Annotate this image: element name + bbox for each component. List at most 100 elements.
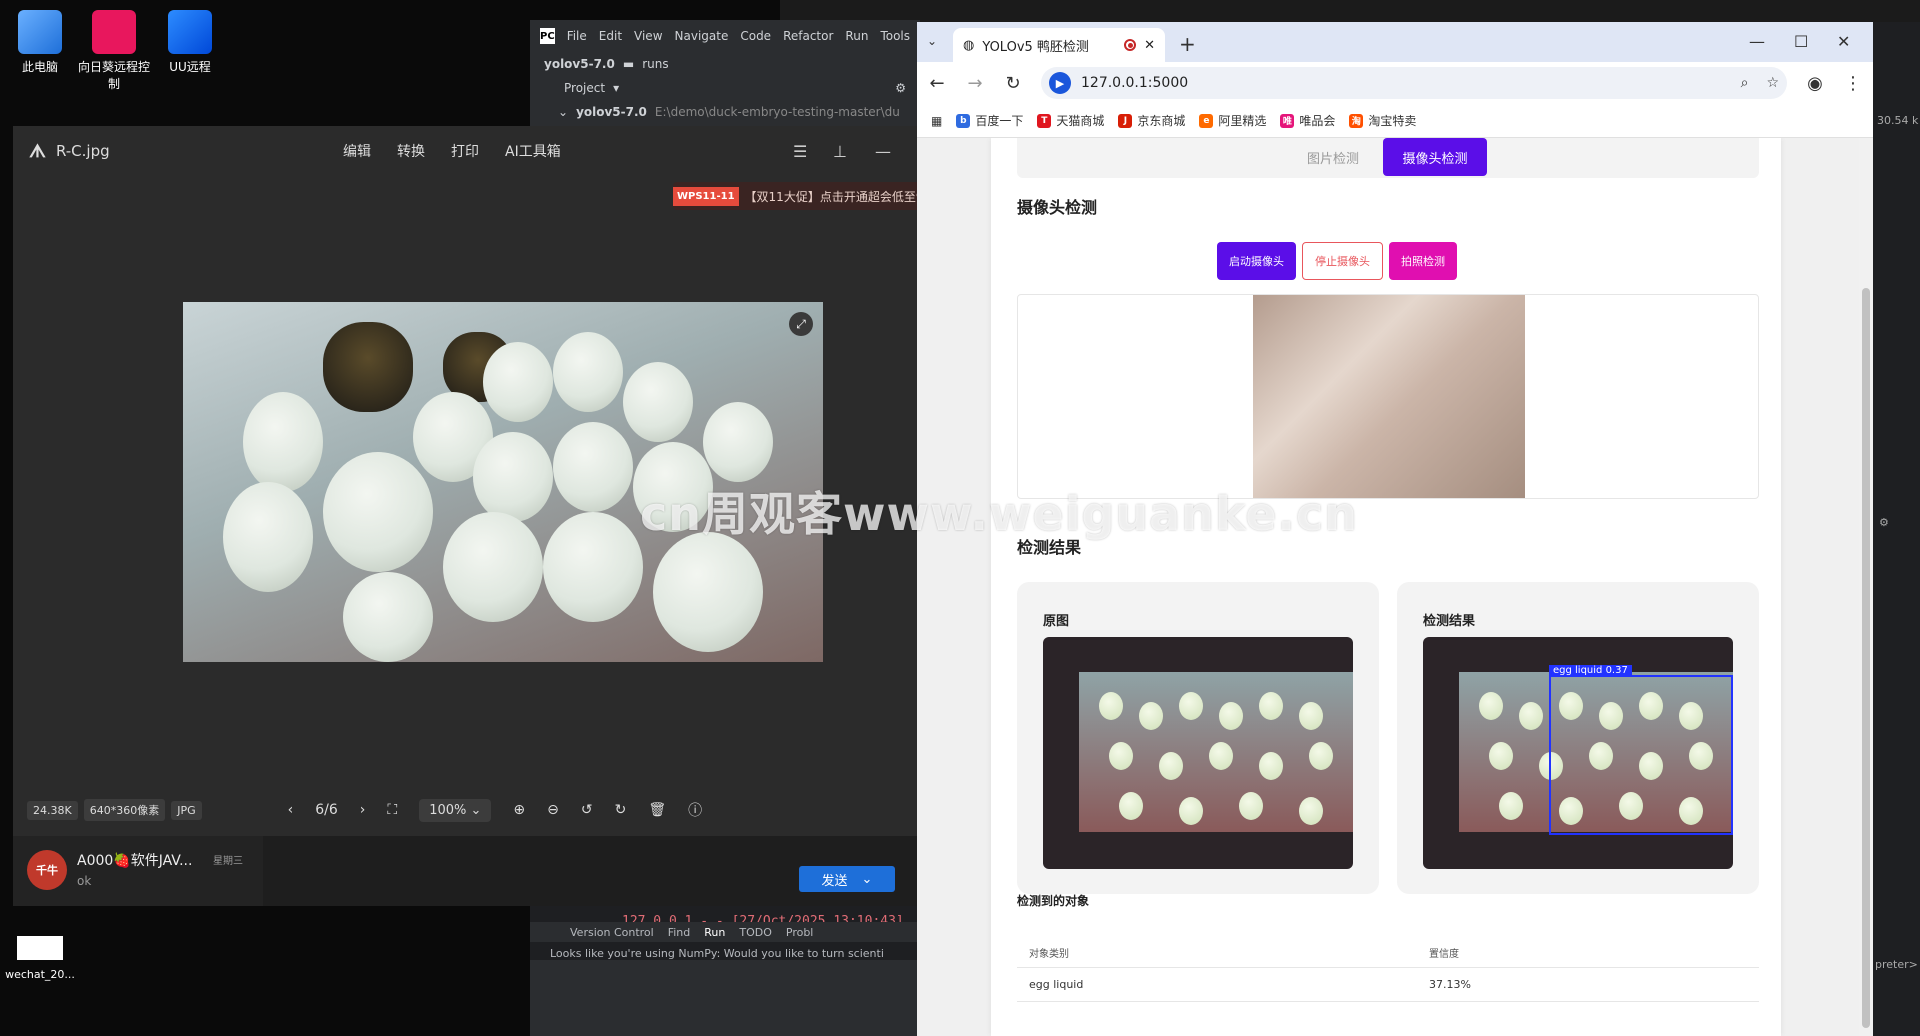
project-name[interactable]: yolov5-7.0 bbox=[544, 57, 615, 71]
zoom-out-icon[interactable]: ⊖ bbox=[547, 802, 559, 818]
desktop-icon-uu-remote[interactable]: UU远程 bbox=[150, 10, 230, 75]
tool-tab-problems[interactable]: Probl bbox=[786, 926, 814, 939]
zoom-in-icon[interactable]: ⊕ bbox=[513, 802, 525, 818]
tab-camera-detect[interactable]: 摄像头检测 bbox=[1383, 138, 1487, 176]
ai-toolbox-button[interactable]: AI工具箱 bbox=[505, 141, 561, 161]
bookmark-ali[interactable]: e 阿里精选 bbox=[1199, 112, 1266, 129]
expand-icon[interactable]: ⤢ bbox=[789, 312, 813, 336]
bookmark-label: 阿里精选 bbox=[1218, 114, 1267, 128]
egg-shape bbox=[1239, 792, 1263, 820]
detection-bounding-box bbox=[1549, 675, 1733, 835]
scrollbar[interactable] bbox=[1859, 138, 1873, 1036]
ide-menu-navigate[interactable]: Navigate bbox=[675, 29, 729, 43]
chevron-down-icon[interactable]: ▾ bbox=[613, 81, 619, 95]
result-image-panel: 检测结果 egg liquid 0.37 bbox=[1397, 582, 1759, 894]
trash-icon[interactable]: 🗑 bbox=[648, 802, 666, 818]
print-button[interactable]: 打印 bbox=[451, 141, 479, 161]
close-window-icon[interactable]: ✕ bbox=[1837, 32, 1850, 51]
project-tree-root[interactable]: ⌄ yolov5-7.0 E:\demo\duck-embryo-testing… bbox=[530, 100, 920, 124]
original-label: 原图 bbox=[1043, 614, 1070, 629]
detections-table: 对象类别 置信度 egg liquid 37.13% bbox=[1017, 938, 1759, 1002]
ide-menu-refactor[interactable]: Refactor bbox=[783, 29, 833, 43]
ide-menu-edit[interactable]: Edit bbox=[599, 29, 622, 43]
reload-icon[interactable]: ↻ bbox=[1003, 73, 1023, 94]
zoom-select[interactable]: 100% ⌄ bbox=[419, 798, 492, 822]
edit-button[interactable]: 编辑 bbox=[343, 141, 371, 161]
egg-shape bbox=[323, 452, 433, 572]
address-bar[interactable]: ▶ 127.0.0.1:5000 ⌕ ☆ bbox=[1041, 67, 1787, 99]
info-icon[interactable]: ⓘ bbox=[688, 800, 702, 820]
scrollbar-thumb[interactable] bbox=[1862, 288, 1870, 1028]
bookmark-vip[interactable]: 唯唯品会 bbox=[1280, 112, 1335, 129]
stop-camera-button[interactable]: 停止摄像头 bbox=[1302, 242, 1383, 280]
more-menu-icon[interactable]: ⋮ bbox=[1843, 73, 1863, 94]
camera-feed bbox=[1253, 295, 1525, 498]
ide-menu-tools[interactable]: Tools bbox=[880, 29, 910, 43]
bookmark-taobao[interactable]: 淘淘宝特卖 bbox=[1349, 112, 1416, 129]
chevron-down-icon[interactable]: ⌄ bbox=[558, 105, 568, 119]
runs-folder[interactable]: runs bbox=[642, 57, 668, 71]
image-format: JPG bbox=[171, 800, 202, 820]
tool-tab-run[interactable]: Run bbox=[704, 926, 725, 939]
rotate-left-icon[interactable]: ↺ bbox=[581, 802, 593, 818]
desktop-icon-sunlogin[interactable]: 向日葵远程控制 bbox=[74, 10, 154, 92]
camera-indicator-icon[interactable]: ▶ bbox=[1049, 72, 1071, 94]
browser-tab-active[interactable]: ◍ YOLOv5 鸭胚检测 ✕ bbox=[953, 28, 1165, 62]
ide-menu-code[interactable]: Code bbox=[740, 29, 771, 43]
pin-icon[interactable]: ⊥ bbox=[833, 142, 847, 161]
page-viewport: 图片检测 摄像头检测 摄像头检测 启动摄像头 停止摄像头 拍照检测 检测结果 原… bbox=[917, 138, 1873, 1036]
chat-input-area[interactable]: 发送 ⌄ bbox=[263, 836, 917, 906]
menu-icon[interactable]: ☰ bbox=[793, 142, 807, 161]
bookmarks-bar: ▦ b 百度一下 T 天猫商城 J 京东商城 e 阿里精选 唯唯品会 淘淘宝特卖 bbox=[917, 104, 1873, 138]
tool-tab-version-control[interactable]: Version Control bbox=[570, 926, 654, 939]
ide-menu-file[interactable]: File bbox=[567, 29, 587, 43]
page-counter: 6/6 bbox=[315, 802, 338, 818]
egg-shape bbox=[1099, 692, 1123, 720]
start-camera-button[interactable]: 启动摄像头 bbox=[1217, 242, 1296, 280]
computer-icon bbox=[18, 10, 62, 54]
chat-conversation-item[interactable]: 千牛 A000🍓软件JAV... ok 星期三 bbox=[13, 836, 263, 906]
convert-button[interactable]: 转换 bbox=[397, 141, 425, 161]
tab-search-icon[interactable]: ⌄ bbox=[927, 34, 937, 48]
url-text[interactable]: 127.0.0.1:5000 bbox=[1081, 75, 1188, 91]
tool-tab-todo[interactable]: TODO bbox=[739, 926, 772, 939]
watermark: cn周观客www.weiguanke.cn bbox=[640, 487, 1359, 541]
ali-icon: e bbox=[1199, 113, 1214, 128]
desktop-icon-this-pc[interactable]: 此电脑 bbox=[0, 10, 80, 75]
close-tab-icon[interactable]: ✕ bbox=[1144, 38, 1155, 53]
desktop-file-wechat[interactable]: wechat_20... bbox=[0, 936, 80, 981]
rotate-right-icon[interactable]: ↻ bbox=[615, 802, 627, 818]
tool-tab-find[interactable]: Find bbox=[668, 926, 691, 939]
snap-detect-button[interactable]: 拍照检测 bbox=[1389, 242, 1457, 280]
next-image-icon[interactable]: › bbox=[360, 802, 366, 818]
new-tab-icon[interactable]: + bbox=[1179, 32, 1196, 56]
result-label: 检测结果 bbox=[1423, 614, 1476, 629]
project-dropdown[interactable]: Project bbox=[564, 81, 605, 95]
bookmark-jd[interactable]: J 京东商城 bbox=[1118, 112, 1185, 129]
forward-icon[interactable]: → bbox=[965, 73, 985, 94]
bookmark-star-icon[interactable]: ☆ bbox=[1766, 75, 1779, 91]
zoom-icon[interactable]: ⌕ bbox=[1741, 75, 1749, 91]
ide-menu-run[interactable]: Run bbox=[845, 29, 868, 43]
ide-menu-view[interactable]: View bbox=[634, 29, 662, 43]
profile-icon[interactable]: ◉ bbox=[1805, 73, 1825, 94]
egg-shape bbox=[553, 332, 623, 412]
bookmark-baidu[interactable]: b 百度一下 bbox=[956, 112, 1023, 129]
file-size: 24.38K bbox=[27, 800, 78, 820]
chevron-down-icon[interactable]: ⌄ bbox=[862, 872, 873, 887]
send-button[interactable]: 发送 ⌄ bbox=[799, 866, 895, 892]
table-row: egg liquid 37.13% bbox=[1017, 968, 1759, 1002]
maximize-icon[interactable]: ☐ bbox=[1794, 32, 1808, 51]
gear-icon[interactable]: ⚙ bbox=[1879, 516, 1889, 529]
desktop-icon-label: 此电脑 bbox=[21, 60, 58, 74]
minimize-icon[interactable]: — bbox=[1749, 32, 1765, 51]
fit-screen-icon[interactable]: ⛶ bbox=[387, 802, 397, 818]
tab-image-detect[interactable]: 图片检测 bbox=[1307, 148, 1359, 167]
bookmark-tmall[interactable]: T 天猫商城 bbox=[1037, 112, 1104, 129]
apps-grid-icon[interactable]: ▦ bbox=[931, 114, 942, 128]
back-icon[interactable]: ← bbox=[927, 73, 947, 94]
minimize-icon[interactable]: — bbox=[875, 142, 891, 161]
promo-banner[interactable]: WPS11-11 【双11大促】点击开通超会低至9.7 bbox=[673, 182, 917, 210]
gear-icon[interactable]: ⚙ bbox=[895, 81, 906, 95]
prev-image-icon[interactable]: ‹ bbox=[288, 802, 294, 818]
